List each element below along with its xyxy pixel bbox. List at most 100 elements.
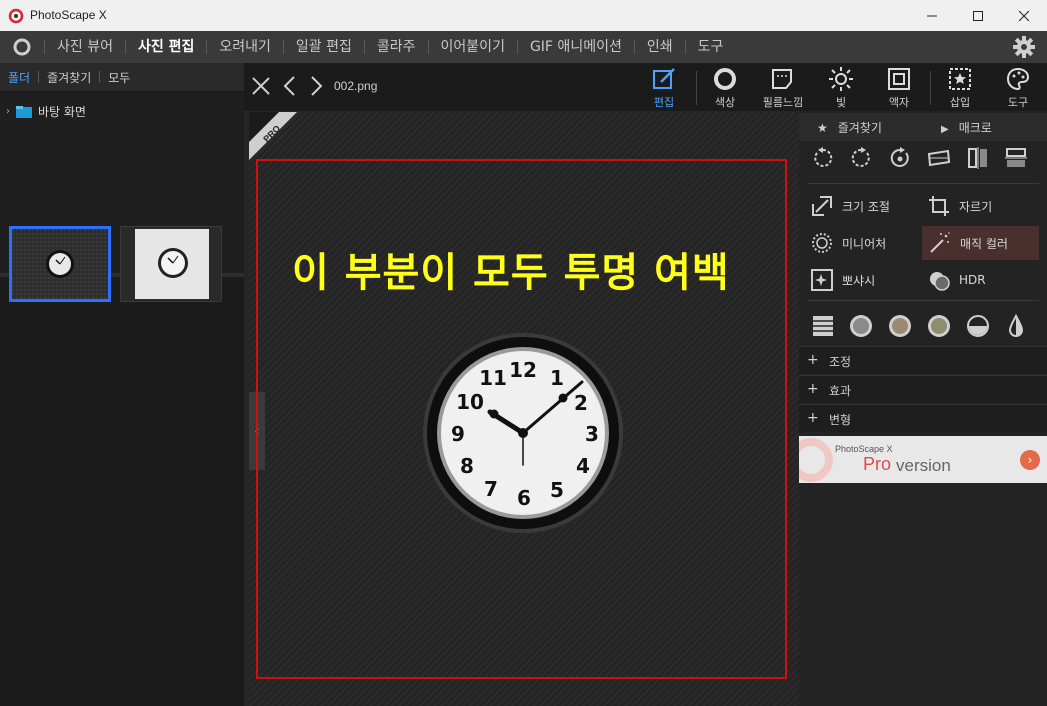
filter-gray-circle-icon[interactable] <box>849 314 873 338</box>
macro-button[interactable]: ▶ 매크로 <box>941 119 992 136</box>
magic-color-button[interactable]: 매직 컬러 <box>922 226 1039 260</box>
maximize-button[interactable] <box>955 0 1001 31</box>
macro-label: 매크로 <box>958 121 992 135</box>
palette-icon <box>1006 67 1030 91</box>
sparkle-icon <box>811 269 833 291</box>
tool-label: 편집 <box>653 96 675 109</box>
miniature-label: 미니어처 <box>842 236 887 251</box>
thumbnail-clock-photo[interactable] <box>120 226 222 302</box>
section-effects[interactable]: + 효과 <box>799 375 1047 403</box>
hdr-label: HDR <box>959 273 986 287</box>
filter-sepia-circle-icon[interactable] <box>888 314 912 338</box>
menu-photo-editor[interactable]: 사진 편집 <box>126 31 206 63</box>
close-file-icon[interactable] <box>250 75 272 97</box>
expand-chevron-icon[interactable]: › <box>6 106 10 117</box>
maximize-icon <box>973 10 983 21</box>
clock-number-11: 11 <box>479 366 507 390</box>
crop-label: 자르기 <box>959 199 993 214</box>
flip-vertical-icon[interactable] <box>1004 146 1028 170</box>
menu-photo-viewer[interactable]: 사진 뷰어 <box>45 31 125 63</box>
browser-tabs: 폴더 즐겨찾기 모두 <box>0 63 244 91</box>
thumbnail-002-png[interactable] <box>9 226 111 302</box>
app-logo-icon <box>8 8 24 24</box>
menu-collage[interactable]: 콜라주 <box>365 31 428 63</box>
sun-icon <box>829 67 853 91</box>
panel-separator <box>807 183 1039 184</box>
ad-decoration-ring <box>799 438 833 482</box>
pro-version-banner[interactable]: PhotoScape X Pro version › <box>799 436 1047 483</box>
home-button[interactable] <box>0 31 44 63</box>
expand-plus-icon: + <box>807 410 819 426</box>
play-icon: ▶ <box>941 124 949 135</box>
tab-all[interactable]: 모두 <box>100 69 138 86</box>
bokeh-button[interactable]: 뽀샤시 <box>810 263 920 297</box>
clock-number-8: 8 <box>460 454 474 478</box>
tab-folders[interactable]: 폴더 <box>0 69 38 86</box>
photoscape-home-icon <box>13 38 31 56</box>
tool-film[interactable]: 필름느낌 <box>755 66 811 110</box>
ad-version-text: version <box>896 456 951 475</box>
resize-button[interactable]: 크기 조절 <box>810 189 920 223</box>
flip-horizontal-icon[interactable] <box>966 146 990 170</box>
desktop-folder-icon <box>16 105 32 118</box>
menu-gif-animation[interactable]: GIF 애니메이션 <box>518 31 634 63</box>
minimize-icon <box>927 15 937 16</box>
hdr-icon <box>930 272 950 291</box>
title-bar: PhotoScape X <box>0 0 1047 31</box>
tool-frame[interactable]: 액자 <box>871 66 927 110</box>
ad-pro-text: Pro <box>863 454 892 474</box>
menu-combine[interactable]: 이어붙이기 <box>429 31 517 63</box>
previous-file-icon[interactable] <box>282 75 298 97</box>
toolbar-separator <box>930 71 931 105</box>
favorites-button[interactable]: ★ 즐겨찾기 <box>817 119 882 136</box>
settings-gear-icon[interactable] <box>1013 36 1035 58</box>
menu-tools[interactable]: 도구 <box>686 31 736 63</box>
clock-image: 12 1 2 3 4 5 6 7 8 9 10 11 <box>423 333 623 533</box>
film-icon <box>772 69 792 89</box>
rotate-right-icon[interactable] <box>849 146 873 170</box>
rotate-free-icon[interactable] <box>888 146 912 170</box>
section-adjust[interactable]: + 조정 <box>799 346 1047 374</box>
chevron-right-icon[interactable]: › <box>1020 450 1040 470</box>
resize-label: 크기 조절 <box>842 199 890 214</box>
favorites-macro-bar: ★ 즐겨찾기 ▶ 매크로 <box>799 113 1047 141</box>
filter-list-icon[interactable] <box>811 314 835 338</box>
tool-tools[interactable]: 도구 <box>990 66 1046 110</box>
magic-wand-icon <box>930 232 950 253</box>
window-title: PhotoScape X <box>30 8 107 22</box>
tool-edit[interactable]: 편집 <box>636 66 692 110</box>
thumbnail-image <box>12 229 108 299</box>
hdr-button[interactable]: HDR <box>927 263 1037 297</box>
tool-light[interactable]: 빛 <box>813 66 869 110</box>
tool-color[interactable]: 색상 <box>697 66 753 110</box>
expand-plus-icon: + <box>807 352 819 368</box>
section-label: 변형 <box>829 413 852 427</box>
rotate-left-icon[interactable] <box>811 146 835 170</box>
minimize-button[interactable] <box>909 0 955 31</box>
bokeh-label: 뽀샤시 <box>842 273 876 288</box>
clock-number-1: 1 <box>550 366 564 390</box>
menu-cut-out[interactable]: 오려내기 <box>207 31 283 63</box>
frame-icon <box>888 68 910 90</box>
close-button[interactable] <box>1001 0 1047 31</box>
next-file-icon[interactable] <box>308 75 324 97</box>
crop-button[interactable]: 자르기 <box>927 189 1037 223</box>
menu-batch-edit[interactable]: 일괄 편집 <box>284 31 364 63</box>
menu-print[interactable]: 인쇄 <box>635 31 685 63</box>
insert-star-icon <box>949 68 971 90</box>
star-icon: ★ <box>817 121 828 135</box>
section-transform[interactable]: + 변형 <box>799 404 1047 432</box>
filter-drop-icon[interactable] <box>1004 314 1028 338</box>
pro-version-badge: PRO Version <box>249 112 297 160</box>
filter-olive-circle-icon[interactable] <box>927 314 951 338</box>
clock-number-12: 12 <box>509 358 537 382</box>
straighten-icon[interactable] <box>927 146 951 170</box>
expand-plus-icon: + <box>807 381 819 397</box>
tab-favorites[interactable]: 즐겨찾기 <box>39 69 99 86</box>
section-label: 조정 <box>829 355 852 369</box>
resize-icon <box>812 196 832 216</box>
tree-item-desktop[interactable]: › 바탕 화면 <box>6 103 86 120</box>
tool-insert[interactable]: 삽입 <box>932 66 988 110</box>
miniature-button[interactable]: 미니어처 <box>810 226 920 260</box>
filter-half-circle-icon[interactable] <box>966 314 990 338</box>
